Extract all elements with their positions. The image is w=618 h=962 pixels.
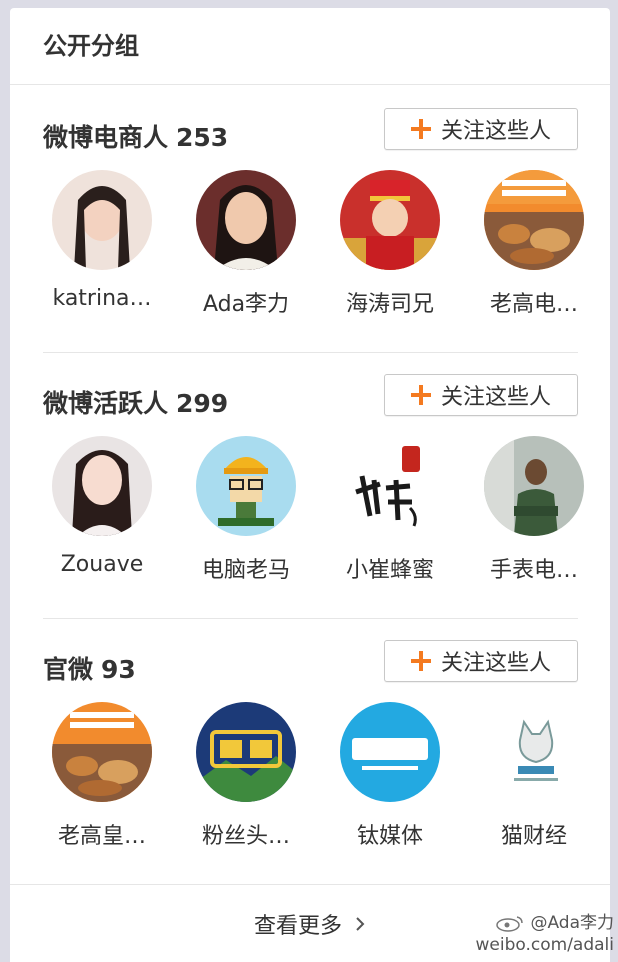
watermark-handle: @Ada李力 (530, 913, 614, 933)
plus-icon (410, 385, 431, 405)
member-name[interactable]: 钛媒体 (330, 818, 450, 850)
follow-all-label: 关注这些人 (440, 651, 551, 676)
view-more-label: 查看更多 (253, 913, 342, 939)
member-name[interactable]: 海涛司兄 (330, 286, 450, 318)
member-list: katrina… Ada李力 海涛司兄 老高电… (10, 170, 610, 330)
divider (43, 618, 578, 619)
group-title: 官微 93 (43, 650, 136, 686)
member-name[interactable]: 老高电… (474, 286, 594, 318)
member-name[interactable]: 电脑老马 (186, 552, 306, 584)
member-item[interactable]: 老高皇… (32, 702, 172, 850)
avatar[interactable] (340, 702, 440, 802)
weibo-logo-icon (496, 916, 523, 932)
group-name: 官微 (43, 655, 94, 684)
group-count: 299 (176, 389, 229, 418)
follow-all-button[interactable]: 关注这些人 (384, 640, 578, 682)
member-item[interactable]: 小崔蜂蜜 (320, 436, 460, 584)
group-section: 微博活跃人 299 关注这些人 Zouave 电脑老马 小崔蜂蜜 手表电… (10, 374, 610, 583)
follow-all-button[interactable]: 关注这些人 (384, 374, 578, 416)
member-item[interactable]: 粉丝头… (176, 702, 316, 850)
panel-title: 公开分组 (10, 8, 610, 85)
member-name[interactable]: Zouave (42, 552, 162, 577)
plus-icon (410, 119, 431, 139)
follow-all-label: 关注这些人 (440, 119, 551, 144)
group-title: 微博电商人 253 (43, 118, 228, 154)
avatar[interactable] (196, 702, 296, 802)
member-list: 老高皇… 粉丝头… 钛媒体 猫财经 (10, 702, 610, 862)
chevron-right-icon (356, 916, 365, 931)
public-groups-card: 公开分组 微博电商人 253 关注这些人 katrina… Ada李力 海涛司兄… (10, 8, 610, 962)
member-name[interactable]: 老高皇… (42, 818, 162, 850)
member-item[interactable]: 海涛司兄 (320, 170, 460, 318)
divider (43, 352, 578, 353)
group-name: 微博电商人 (43, 123, 169, 152)
avatar[interactable] (196, 436, 296, 536)
member-name[interactable]: 手表电… (474, 552, 594, 584)
watermark-url: weibo.com/adali (475, 935, 615, 955)
group-count: 253 (176, 123, 229, 152)
member-list: Zouave 电脑老马 小崔蜂蜜 手表电… (10, 436, 610, 596)
plus-icon (410, 651, 431, 671)
member-item[interactable]: 电脑老马 (176, 436, 316, 584)
avatar[interactable] (484, 170, 584, 270)
avatar[interactable] (340, 436, 440, 536)
member-item[interactable]: 猫财经 (464, 702, 604, 850)
avatar[interactable] (52, 436, 152, 536)
member-item[interactable]: Zouave (32, 436, 172, 577)
group-name: 微博活跃人 (43, 389, 169, 418)
member-item[interactable]: 钛媒体 (320, 702, 460, 850)
group-header: 官微 93 关注这些人 (10, 640, 610, 700)
member-name[interactable]: katrina… (42, 286, 162, 311)
weibo-watermark: @Ada李力 weibo.com/adali (464, 912, 615, 956)
avatar[interactable] (52, 702, 152, 802)
follow-all-button[interactable]: 关注这些人 (384, 108, 578, 150)
avatar[interactable] (484, 702, 584, 802)
group-header: 微博活跃人 299 关注这些人 (10, 374, 610, 434)
member-name[interactable]: 猫财经 (474, 818, 594, 850)
group-section: 微博电商人 253 关注这些人 katrina… Ada李力 海涛司兄 老高电… (10, 108, 610, 317)
member-item[interactable]: 老高电… (464, 170, 604, 318)
avatar[interactable] (484, 436, 584, 536)
follow-all-label: 关注这些人 (440, 385, 551, 410)
group-count: 93 (101, 655, 136, 684)
avatar[interactable] (196, 170, 296, 270)
avatar[interactable] (340, 170, 440, 270)
member-item[interactable]: Ada李力 (176, 170, 316, 318)
member-name[interactable]: 粉丝头… (186, 818, 306, 850)
avatar[interactable] (52, 170, 152, 270)
member-name[interactable]: 小崔蜂蜜 (330, 552, 450, 584)
group-header: 微博电商人 253 关注这些人 (10, 108, 610, 168)
group-section: 官微 93 关注这些人 老高皇… 粉丝头… 钛媒体 猫财经 (10, 640, 610, 849)
member-item[interactable]: 手表电… (464, 436, 604, 584)
group-title: 微博活跃人 299 (43, 384, 228, 420)
member-item[interactable]: katrina… (32, 170, 172, 311)
member-name[interactable]: Ada李力 (186, 286, 306, 318)
watermark-handle-row: @Ada李力 (464, 912, 614, 934)
